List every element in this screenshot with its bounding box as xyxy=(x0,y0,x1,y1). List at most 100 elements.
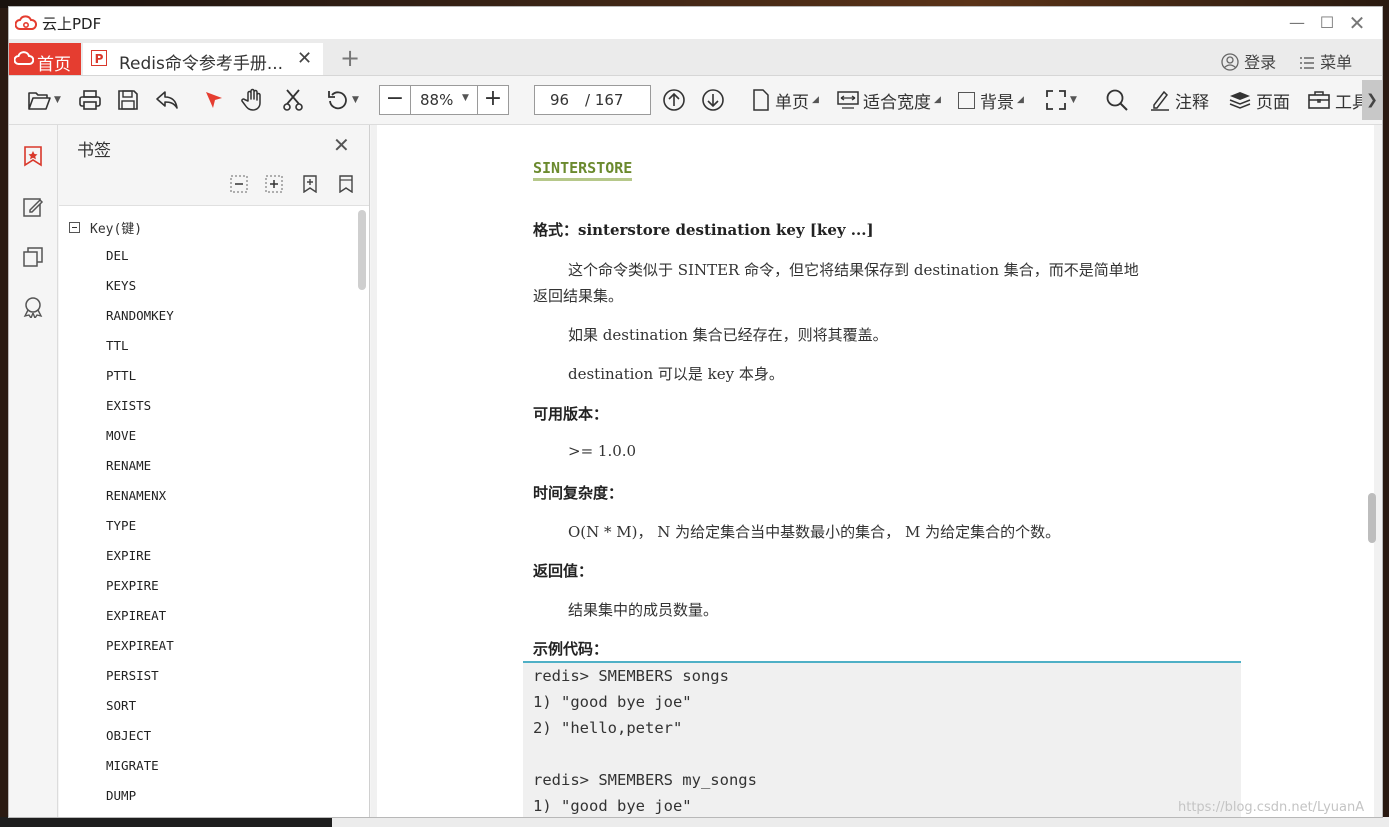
bookmark-item[interactable]: EXPIRE xyxy=(106,548,151,563)
bookmark-item[interactable]: RANDOMKEY xyxy=(106,308,174,323)
bookmark-group-key[interactable]: Key(键) xyxy=(69,218,142,237)
complexity-value: O(N * M)， N 为给定集合当中基数最小的集合， M 为给定集合的个数。 xyxy=(568,523,1061,541)
background-label: 背景 xyxy=(980,92,1014,113)
version-value: >= 1.0.0 xyxy=(568,442,637,460)
bookmark-item[interactable]: OBJECT xyxy=(106,728,151,743)
tools-button[interactable]: 工具 xyxy=(1308,87,1369,113)
tab-home[interactable]: 首页 xyxy=(9,43,81,75)
thumbnails-panel-icon[interactable] xyxy=(22,246,44,268)
share-button[interactable] xyxy=(155,87,179,113)
next-page-button[interactable] xyxy=(701,87,725,113)
background-checkbox[interactable] xyxy=(958,91,975,109)
hand-tool-button[interactable] xyxy=(241,87,265,113)
bookmark-item[interactable]: EXPIREAT xyxy=(106,608,166,623)
annotate-label: 注释 xyxy=(1175,92,1209,113)
collapse-toggle-icon[interactable] xyxy=(69,222,80,233)
bookmark-item[interactable]: RENAME xyxy=(106,458,151,473)
print-button[interactable] xyxy=(78,87,102,113)
bookmark-item[interactable]: TTL xyxy=(106,338,129,353)
arrow-down-circle-icon xyxy=(702,89,724,111)
current-page[interactable]: 96 xyxy=(550,91,569,109)
layers-icon xyxy=(1229,92,1251,109)
fit-width-button[interactable]: 适合宽度 ◢ xyxy=(837,87,941,113)
add-bookmark-icon[interactable] xyxy=(301,175,319,193)
tab-document-label: Redis命令参考手册... xyxy=(119,54,284,74)
toolbar-scroll-right-button[interactable]: ❯ xyxy=(1362,80,1382,120)
menu-button[interactable]: 菜单 xyxy=(1299,49,1352,73)
page-number-field[interactable]: 96 / 167 xyxy=(534,85,651,115)
page-menu-button[interactable]: 页面 xyxy=(1229,87,1290,113)
bookmark-item[interactable]: RENAMENX xyxy=(106,488,166,503)
printer-icon xyxy=(79,90,101,110)
menu-label: 菜单 xyxy=(1320,53,1353,72)
arrow-up-circle-icon xyxy=(663,89,685,111)
bookmark-item[interactable]: PTTL xyxy=(106,368,136,383)
zoom-dropdown-icon[interactable]: ▼ xyxy=(462,93,469,103)
bookmark-item[interactable]: PEXPIRE xyxy=(106,578,159,593)
annotation-panel-icon[interactable] xyxy=(22,196,44,218)
tab-document[interactable]: P Redis命令参考手册... ✕ xyxy=(83,43,323,75)
page-icon xyxy=(753,89,769,111)
cut-button[interactable] xyxy=(281,87,305,113)
open-file-button[interactable]: ▼ xyxy=(27,87,61,113)
bookmark-item[interactable]: MIGRATE xyxy=(106,758,159,773)
new-tab-button[interactable]: + xyxy=(340,44,360,72)
rotate-button[interactable]: ▼ xyxy=(327,87,359,113)
toolbox-icon xyxy=(1308,91,1330,109)
collapse-all-icon[interactable] xyxy=(230,175,248,193)
bookmark-item[interactable]: DUMP xyxy=(106,788,136,803)
cloud-logo-icon xyxy=(15,15,37,30)
bookmark-item[interactable]: DEL xyxy=(106,248,129,263)
bookmark-item[interactable]: EXISTS xyxy=(106,398,151,413)
single-page-button[interactable]: 单页 ◢ xyxy=(753,87,819,113)
bookmark-panel-icon[interactable] xyxy=(22,145,44,167)
maximize-button[interactable]: ☐ xyxy=(1315,11,1339,35)
bookmark-item[interactable]: SORT xyxy=(106,698,136,713)
bookmark-item[interactable]: PERSIST xyxy=(106,668,159,683)
document-viewer: SINTERSTORE 格式：sinterstore destination k… xyxy=(371,125,1382,817)
document-scrollbar[interactable] xyxy=(1368,493,1376,543)
bookmark-item[interactable]: TYPE xyxy=(106,518,136,533)
hand-icon xyxy=(241,88,261,111)
background-button[interactable]: 背景 ◢ xyxy=(958,87,1024,113)
code-example: redis> SMEMBERS songs 1) "good bye joe" … xyxy=(523,661,1241,817)
search-icon xyxy=(1106,89,1128,111)
pen-icon xyxy=(1151,90,1169,111)
bookmarks-scrollbar[interactable] xyxy=(358,210,366,290)
pdf-reader-window: 云上PDF — ☐ ✕ 首页 P Redis命令参考手册... ✕ + 登录 菜… xyxy=(8,6,1383,818)
annotate-button[interactable]: 注释 xyxy=(1150,87,1209,113)
close-tab-icon[interactable]: ✕ xyxy=(297,48,312,69)
red-cursor-icon xyxy=(206,92,222,108)
select-tool-button[interactable] xyxy=(203,87,225,113)
desktop-background-bottom xyxy=(0,817,1389,827)
zoom-out-button[interactable]: − xyxy=(380,86,411,114)
zoom-value[interactable]: 88% xyxy=(420,91,453,109)
fullscreen-button[interactable]: ▼ xyxy=(1045,87,1077,113)
bookmark-item[interactable]: MOVE xyxy=(106,428,136,443)
expand-all-icon[interactable] xyxy=(265,175,283,193)
bookmark-item[interactable]: PEXPIREAT xyxy=(106,638,174,653)
page-label: 页面 xyxy=(1256,92,1290,113)
bookmark-icon[interactable] xyxy=(337,175,355,193)
close-bookmarks-button[interactable]: ✕ xyxy=(333,133,350,157)
description-line-2: 返回结果集。 xyxy=(533,287,624,305)
bookmarks-panel: 书签 ✕ Key(键) DEL KEYS RANDOMKEY TTL PTTL EXIST… xyxy=(59,125,370,817)
left-icon-strip xyxy=(9,125,58,817)
save-button[interactable] xyxy=(117,87,139,113)
rotate-icon xyxy=(328,91,347,110)
fit-width-label: 适合宽度 xyxy=(863,92,931,113)
login-button[interactable]: 登录 xyxy=(1221,49,1276,73)
user-icon xyxy=(1221,53,1239,71)
version-label: 可用版本： xyxy=(533,405,609,423)
bookmark-item[interactable]: KEYS xyxy=(106,278,136,293)
search-button[interactable] xyxy=(1105,87,1129,113)
list-menu-icon xyxy=(1300,57,1314,69)
login-label: 登录 xyxy=(1244,53,1277,72)
minimize-button[interactable]: — xyxy=(1285,11,1309,35)
previous-page-button[interactable] xyxy=(662,87,686,113)
return-label: 返回值： xyxy=(533,562,594,580)
close-window-button[interactable]: ✕ xyxy=(1345,11,1369,35)
zoom-in-button[interactable]: + xyxy=(477,86,508,114)
badge-panel-icon[interactable] xyxy=(22,296,44,318)
bookmarks-tools xyxy=(59,165,369,206)
